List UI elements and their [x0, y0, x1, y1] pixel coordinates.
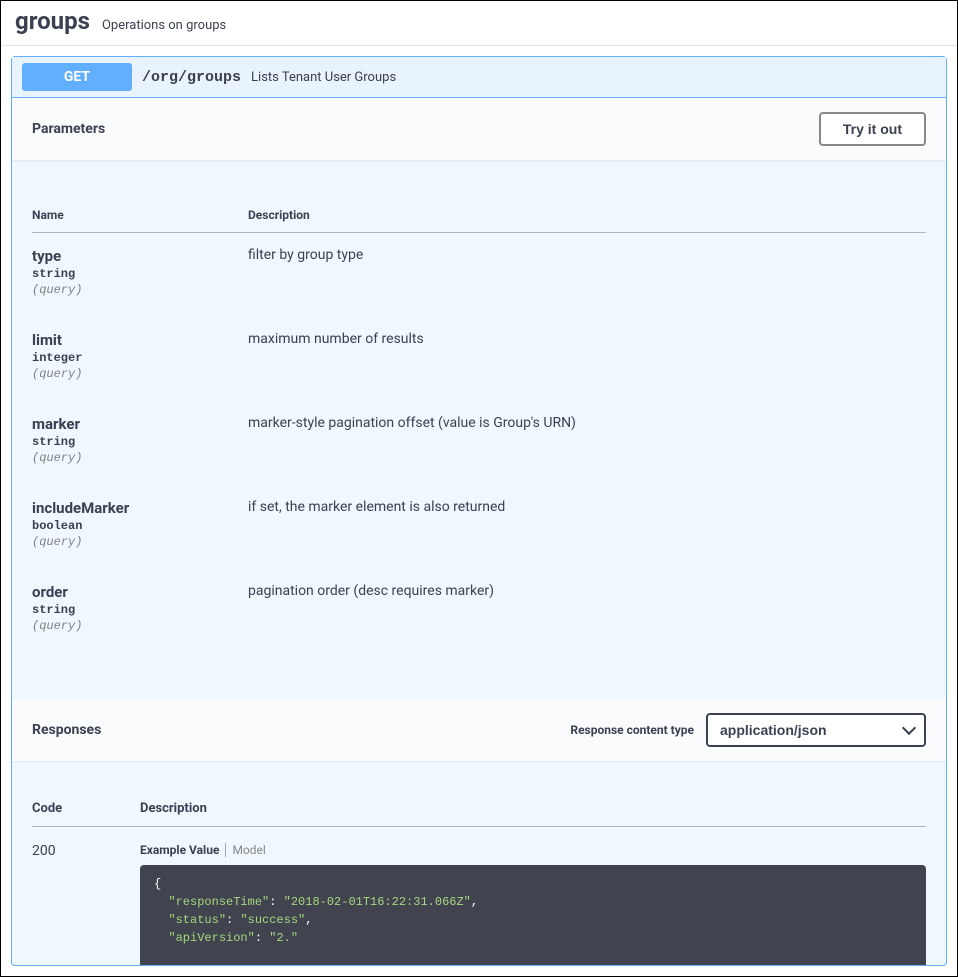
param-name: includeMarker [32, 499, 248, 517]
param-description: if set, the marker element is also retur… [248, 485, 926, 569]
col-header-description: Description [248, 198, 926, 233]
example-code-block: { "responseTime": "2018-02-01T16:22:31.0… [140, 865, 926, 965]
param-name: order [32, 583, 248, 601]
operation-path: /org/groups [142, 69, 241, 86]
param-name: marker [32, 415, 248, 433]
col-header-resp-description: Description [140, 795, 926, 827]
param-type: boolean [32, 519, 248, 533]
responses-header: Responses Response content type applicat… [12, 699, 946, 761]
try-it-out-button[interactable]: Try it out [819, 112, 926, 146]
operation-block: GET /org/groups Lists Tenant User Groups… [11, 56, 947, 966]
param-in: (query) [32, 535, 248, 549]
col-header-name: Name [32, 198, 248, 233]
param-description: maximum number of results [248, 317, 926, 401]
tag-description: Operations on groups [102, 18, 226, 33]
param-type: integer [32, 351, 248, 365]
param-description: pagination order (desc requires marker) [248, 569, 926, 653]
tab-example-value[interactable]: Example Value [140, 843, 226, 857]
tab-model[interactable]: Model [226, 843, 265, 857]
parameters-table: Name Description typestring(query)filter… [32, 198, 926, 653]
response-row: 200Example ValueModel { "responseTime": "… [32, 827, 926, 966]
param-in: (query) [32, 451, 248, 465]
parameters-header: Parameters Try it out [12, 98, 946, 160]
param-description: filter by group type [248, 233, 926, 318]
col-header-code: Code [32, 795, 140, 827]
http-method-badge: GET [22, 63, 132, 91]
param-in: (query) [32, 619, 248, 633]
param-type: string [32, 603, 248, 617]
operation-summary-bar[interactable]: GET /org/groups Lists Tenant User Groups [12, 57, 946, 98]
param-type: string [32, 267, 248, 281]
param-name: limit [32, 331, 248, 349]
param-in: (query) [32, 283, 248, 297]
param-type: string [32, 435, 248, 449]
response-content-type-select[interactable]: application/json [706, 713, 926, 747]
param-name: type [32, 247, 248, 265]
operation-summary: Lists Tenant User Groups [251, 70, 396, 85]
parameter-row: marker string (query)marker-style paginati… [32, 401, 926, 485]
param-description: marker-style pagination offset (value is… [248, 401, 926, 485]
tag-header[interactable]: groups Operations on groups [1, 1, 957, 46]
response-code: 200 [32, 827, 140, 966]
parameter-row: includeMarker boolean (query)if set, the m… [32, 485, 926, 569]
responses-title: Responses [32, 722, 101, 738]
response-content-type-label: Response content type [570, 723, 694, 737]
responses-table: Code Description 200Example ValueModel { … [32, 795, 926, 965]
responses-section: Code Description 200Example ValueModel { … [12, 761, 946, 965]
parameter-row: type string (query)filter by group type [32, 233, 926, 318]
param-in: (query) [32, 367, 248, 381]
parameters-section: Name Description typestring(query)filter… [12, 160, 946, 669]
parameter-row: order string (query)pagination order (desc… [32, 569, 926, 653]
parameter-row: limit integer (query)maximum number of res… [32, 317, 926, 401]
parameters-title: Parameters [32, 121, 105, 137]
tag-title: groups [15, 7, 90, 35]
